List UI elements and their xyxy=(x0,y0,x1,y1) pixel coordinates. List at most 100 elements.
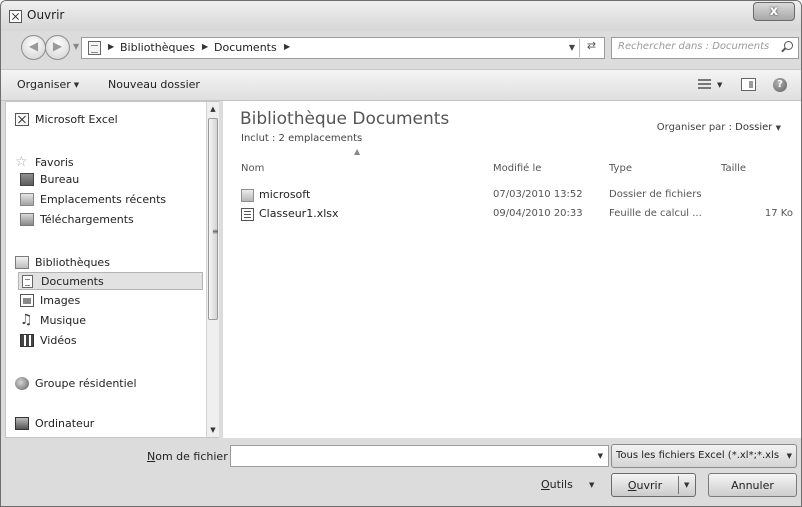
breadcrumb-documents[interactable]: Documents xyxy=(214,41,277,54)
folder-icon xyxy=(241,189,254,202)
file-type-filter[interactable]: Tous les fichiers Excel (*.xl*;*.xls ▼ xyxy=(611,444,797,468)
arrange-by-value: Dossier xyxy=(735,122,773,133)
nav-item-ordinateur[interactable]: Ordinateur xyxy=(15,415,195,433)
file-name: microsoft xyxy=(259,188,311,201)
nav-label: Microsoft Excel xyxy=(35,113,118,126)
dialog-title: Ouvrir xyxy=(27,8,65,22)
nav-label: Groupe résidentiel xyxy=(35,377,137,390)
back-button[interactable]: ◀ xyxy=(21,35,46,60)
nav-item-microsoft-excel[interactable]: Microsoft Excel xyxy=(15,111,195,129)
cancel-button[interactable]: Annuler xyxy=(708,473,797,497)
filename-dropdown-icon[interactable]: ▼ xyxy=(598,452,603,460)
nav-item-images[interactable]: Images xyxy=(20,292,200,310)
chevron-down-icon: ▼ xyxy=(73,81,80,89)
music-icon: ♫ xyxy=(20,312,33,328)
excel-file-icon xyxy=(241,208,254,221)
nav-scrollbar[interactable]: ▲ ≡ ▼ xyxy=(206,102,219,437)
nav-label: Téléchargements xyxy=(40,213,134,226)
nav-item-musique[interactable]: ♫ Musique xyxy=(20,312,200,330)
breadcrumb-separator-icon[interactable]: ▶ xyxy=(202,42,208,51)
breadcrumb-bibliotheques[interactable]: Bibliothèques xyxy=(120,41,195,54)
scrollbar-thumb[interactable]: ≡ xyxy=(208,118,219,320)
search-box[interactable]: Rechercher dans : Documents xyxy=(611,37,799,59)
videos-icon xyxy=(20,334,34,347)
nav-item-bibliotheques[interactable]: Bibliothèques xyxy=(15,254,195,272)
nav-label: Images xyxy=(40,294,81,307)
split-divider xyxy=(678,476,679,494)
file-modified: 07/03/2010 13:52 xyxy=(493,189,583,200)
libraries-icon xyxy=(15,256,29,269)
column-header-size[interactable]: Taille xyxy=(721,163,746,174)
nav-label: Ordinateur xyxy=(35,417,95,430)
file-row-microsoft[interactable]: microsoft 07/03/2010 13:52 Dossier de fi… xyxy=(239,187,799,205)
organize-menu[interactable]: Organiser ▼ xyxy=(17,78,79,91)
column-header-type[interactable]: Type xyxy=(609,163,632,174)
chevron-down-icon: ▼ xyxy=(786,452,792,460)
hotkey-letter: O xyxy=(541,478,550,491)
navigation-row: ◀ ▶ ▼ ▶ Bibliothèques ▶ Documents ▶ ▼ ⇄ … xyxy=(1,31,801,69)
recent-pages-dropdown[interactable]: ▼ xyxy=(73,42,79,51)
tools-menu[interactable]: Outils xyxy=(541,478,573,491)
breadcrumb-separator-icon[interactable]: ▶ xyxy=(284,42,290,51)
nav-item-videos[interactable]: Vidéos xyxy=(20,332,200,350)
open-options-dropdown-icon[interactable]: ▼ xyxy=(684,481,689,489)
excel-icon xyxy=(15,113,29,126)
hotkey-letter: O xyxy=(627,479,637,492)
address-bar[interactable]: ▶ Bibliothèques ▶ Documents ▶ ▼ ⇄ xyxy=(81,37,605,59)
file-size: 17 Ko xyxy=(764,208,793,219)
scroll-up-icon[interactable]: ▲ xyxy=(207,105,219,113)
computer-icon xyxy=(15,417,29,430)
new-folder-button[interactable]: Nouveau dossier xyxy=(108,78,200,91)
grip-icon: ≡ xyxy=(212,227,219,236)
file-type: Feuille de calcul ... xyxy=(609,208,702,219)
search-icon[interactable] xyxy=(781,41,793,52)
tools-dropdown-icon[interactable]: ▼ xyxy=(589,481,594,489)
open-button[interactable]: Ouvrir ▼ xyxy=(611,473,696,497)
pictures-icon xyxy=(20,294,34,307)
file-type-value: Tous les fichiers Excel (*.xl*;*.xls xyxy=(616,450,780,461)
nav-label: Vidéos xyxy=(40,334,77,347)
library-locations-link[interactable]: Inclut : 2 emplacements xyxy=(241,133,362,144)
title-bar[interactable]: Ouvrir x xyxy=(1,1,801,31)
arrange-by-label: Organiser par : xyxy=(656,122,732,133)
star-icon: ☆ xyxy=(15,154,28,170)
scroll-down-icon[interactable]: ▼ xyxy=(207,426,219,434)
library-title: Bibliothèque Documents xyxy=(240,109,450,129)
chevron-down-icon: ▼ xyxy=(775,124,781,132)
nav-item-bureau[interactable]: Bureau xyxy=(20,171,200,189)
label-text: uvrir xyxy=(636,479,663,492)
command-bar: Organiser ▼ Nouveau dossier ▼ ? xyxy=(1,69,801,101)
file-list-pane: Bibliothèque Documents Inclut : 2 emplac… xyxy=(223,101,801,438)
address-dropdown-icon[interactable]: ▼ xyxy=(569,43,575,52)
forward-arrow-icon: ▶ xyxy=(52,39,63,53)
nav-label: Bureau xyxy=(40,173,80,186)
nav-item-favoris[interactable]: ☆ Favoris xyxy=(15,154,195,172)
view-options-dropdown-icon[interactable]: ▼ xyxy=(717,81,722,89)
nav-item-documents[interactable]: Documents xyxy=(18,272,203,290)
nav-label: Bibliothèques xyxy=(35,256,110,269)
refresh-button[interactable]: ⇄ xyxy=(579,39,603,57)
nav-item-emplacements-recents[interactable]: Emplacements récents xyxy=(20,191,200,209)
desktop-icon xyxy=(20,173,34,186)
breadcrumb-separator-icon[interactable]: ▶ xyxy=(108,42,114,51)
close-button[interactable]: x xyxy=(753,2,795,21)
file-type: Dossier de fichiers xyxy=(609,189,702,200)
document-icon xyxy=(22,275,33,288)
column-header-name[interactable]: Nom xyxy=(241,163,264,174)
preview-pane-icon[interactable] xyxy=(741,78,756,91)
forward-button[interactable]: ▶ xyxy=(45,35,70,60)
filename-input[interactable]: ▼ xyxy=(230,445,609,467)
change-view-icon[interactable] xyxy=(698,79,711,90)
help-icon[interactable]: ? xyxy=(773,78,787,92)
nav-item-groupe-residentiel[interactable]: Groupe résidentiel xyxy=(15,375,195,393)
nav-label: Musique xyxy=(40,314,86,327)
nav-label: Emplacements récents xyxy=(40,193,167,206)
close-icon: x xyxy=(769,4,779,19)
library-icon xyxy=(88,41,101,55)
file-row-classeur1[interactable]: Classeur1.xlsx 09/04/2010 20:33 Feuille … xyxy=(239,206,799,224)
column-header-modified[interactable]: Modifié le xyxy=(493,163,541,174)
sort-ascending-icon: ▲ xyxy=(354,147,361,156)
arrange-by[interactable]: Organiser par : Dossier ▼ xyxy=(657,122,781,133)
nav-item-telechargements[interactable]: Téléchargements xyxy=(20,211,200,229)
excel-app-icon xyxy=(9,10,22,23)
